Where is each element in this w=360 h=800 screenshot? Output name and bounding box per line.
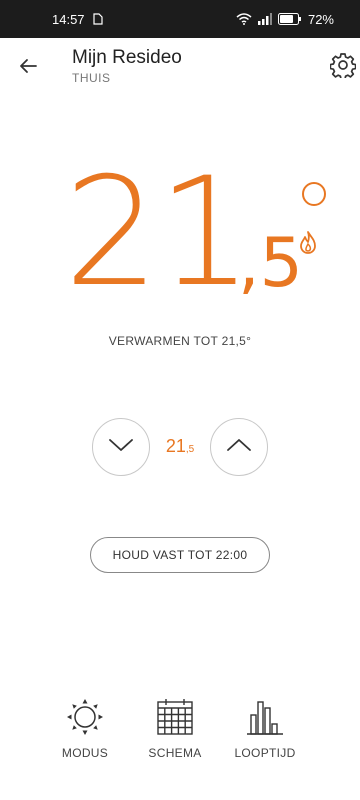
setpoint-value: 21,5: [150, 436, 210, 457]
status-left: 14:57: [52, 12, 103, 27]
nav-schema-label: SCHEMA: [148, 746, 202, 760]
app-header: Mijn Resideo THUIS: [0, 38, 360, 98]
bar-chart-icon: [220, 696, 310, 738]
status-right: 72%: [236, 12, 334, 27]
gear-icon: [329, 52, 357, 83]
sun-icon: [40, 696, 130, 738]
nav-schema[interactable]: SCHEMA: [130, 696, 220, 776]
setpoint-decimal: ,5: [185, 444, 195, 455]
nav-modus-label: MODUS: [61, 746, 109, 760]
status-bar: 14:57 72%: [0, 0, 360, 38]
location-subtitle: THUIS: [72, 71, 111, 85]
hold-until-button[interactable]: HOUD VAST TOT 22:00: [90, 537, 270, 573]
status-time: 14:57: [52, 11, 85, 27]
sim-icon: [92, 13, 103, 25]
heating-status-text: VERWARMEN TOT 21,5°: [108, 334, 252, 348]
temperature-integer: 21: [64, 146, 253, 320]
settings-button[interactable]: [328, 52, 358, 82]
nav-modus[interactable]: MODUS: [40, 696, 130, 776]
nav-looptijd-label: LOOPTIJD: [234, 746, 296, 760]
back-arrow-icon: [18, 56, 38, 81]
flame-icon: [298, 230, 318, 256]
nav-looptijd[interactable]: LOOPTIJD: [220, 696, 310, 776]
battery-icon: [277, 13, 302, 25]
decrease-temperature-button[interactable]: [92, 418, 150, 476]
calendar-icon: [130, 696, 220, 738]
degree-symbol: [302, 182, 326, 206]
chevron-down-icon: [108, 437, 134, 458]
current-temperature: 21 ,5: [0, 158, 360, 310]
battery-percent: 72%: [307, 11, 334, 27]
chevron-up-icon: [226, 437, 252, 458]
setpoint-integer: 21: [165, 436, 186, 456]
temperature-decimal: ,5: [238, 224, 303, 303]
increase-temperature-button[interactable]: [210, 418, 268, 476]
page-title: Mijn Resideo: [72, 47, 182, 68]
back-button[interactable]: [14, 54, 42, 82]
signal-icon: [257, 13, 272, 25]
wifi-icon: [236, 13, 252, 25]
